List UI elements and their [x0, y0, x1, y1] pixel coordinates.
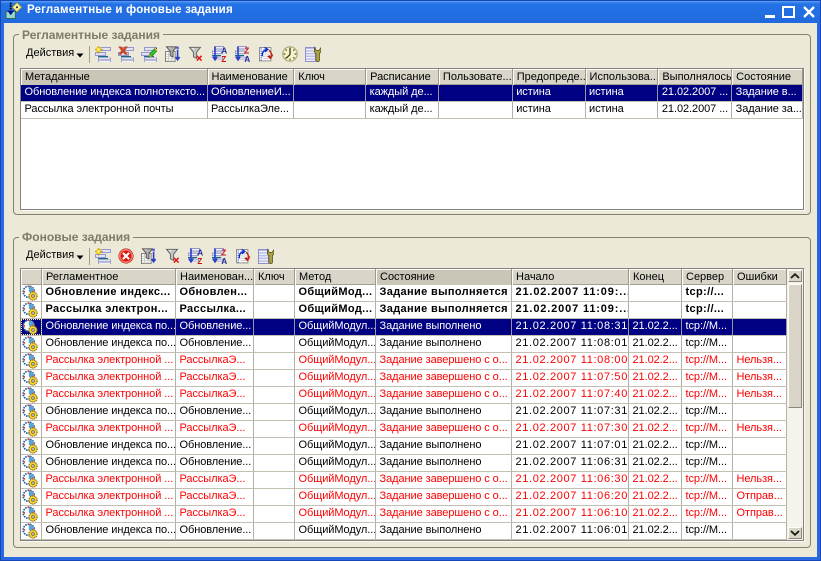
svg-text:Z: Z: [221, 55, 226, 62]
svg-text:A: A: [244, 55, 250, 62]
svg-text:Z: Z: [197, 257, 202, 264]
svg-text:A: A: [221, 257, 227, 264]
